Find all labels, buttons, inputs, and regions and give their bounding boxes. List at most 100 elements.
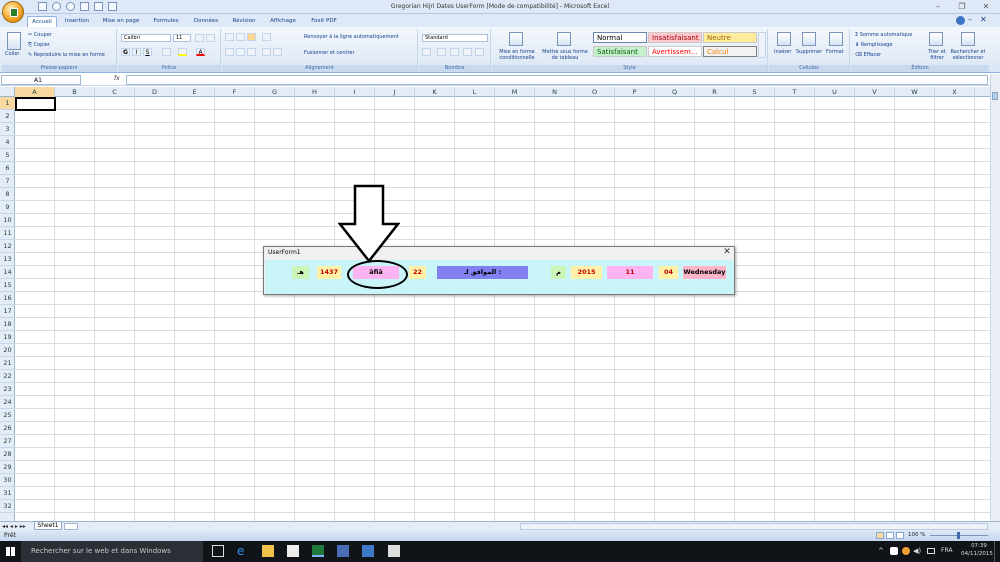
taskbar-search[interactable]: Rechercher sur le web et dans Windows xyxy=(21,541,203,562)
underline-button[interactable]: S xyxy=(143,48,152,56)
column-header[interactable]: T xyxy=(775,87,815,97)
row-header[interactable]: 28 xyxy=(0,448,15,461)
vertical-scrollbar[interactable] xyxy=(990,74,1000,522)
page-break-icon[interactable] xyxy=(896,532,904,539)
row-header[interactable]: 3 xyxy=(0,123,15,136)
tab-mise-en-page[interactable]: Mise en page xyxy=(99,16,143,27)
tray-app-icon[interactable] xyxy=(890,547,898,555)
shrink-font-icon[interactable] xyxy=(206,34,215,42)
quick-print-icon[interactable] xyxy=(94,2,103,11)
tab-formules[interactable]: Formules xyxy=(150,16,182,27)
number-format-select[interactable]: Standard xyxy=(422,34,488,42)
table-format-button[interactable]: Mettre sous forme de tableau xyxy=(540,49,590,61)
column-header[interactable]: H xyxy=(295,87,335,97)
windows-start-icon[interactable] xyxy=(6,547,15,556)
row-header[interactable]: 9 xyxy=(0,201,15,214)
column-header[interactable]: W xyxy=(895,87,935,97)
align-bottom-icon[interactable] xyxy=(247,33,256,41)
row-header[interactable]: 15 xyxy=(0,279,15,292)
increase-decimal-icon[interactable] xyxy=(463,48,472,56)
ribbon-minimize-icon[interactable]: – xyxy=(968,15,972,24)
column-header[interactable]: S xyxy=(735,87,775,97)
row-header[interactable]: 2 xyxy=(0,110,15,123)
currency-icon[interactable] xyxy=(422,48,431,56)
orientation-icon[interactable] xyxy=(262,33,271,41)
merge-center-button[interactable]: Fusionner et centrer xyxy=(304,50,355,56)
help-icon[interactable] xyxy=(956,16,965,25)
row-header[interactable]: 1 xyxy=(0,97,15,110)
row-header[interactable]: 32 xyxy=(0,500,15,513)
find-select-button[interactable]: Rechercher et sélectionner xyxy=(948,49,988,61)
volume-icon[interactable]: ◀) xyxy=(913,547,921,555)
conditional-format-button[interactable]: Mise en forme conditionnelle xyxy=(495,49,539,61)
sheet-tab-sheet1[interactable]: Sheet1 xyxy=(34,521,62,530)
row-header[interactable]: 27 xyxy=(0,435,15,448)
network-app-icon[interactable] xyxy=(362,545,374,557)
column-header[interactable]: N xyxy=(535,87,575,97)
row-header[interactable]: 12 xyxy=(0,240,15,253)
tab-revision[interactable]: Révision xyxy=(229,16,259,27)
tab-affichage[interactable]: Affichage xyxy=(266,16,300,27)
column-header[interactable]: O xyxy=(575,87,615,97)
font-size-select[interactable]: 11 xyxy=(173,34,191,42)
vertical-scroll-thumb[interactable] xyxy=(992,92,998,100)
column-header[interactable]: Q xyxy=(655,87,695,97)
name-box[interactable]: A1 xyxy=(1,75,81,85)
minimize-icon[interactable]: – xyxy=(932,2,944,12)
thousands-icon[interactable] xyxy=(450,48,459,56)
row-header[interactable]: 22 xyxy=(0,370,15,383)
row-header[interactable]: 21 xyxy=(0,357,15,370)
style-calc[interactable]: Calcul xyxy=(703,46,757,57)
language-indicator[interactable]: FRA xyxy=(941,547,952,554)
style-neutral[interactable]: Neutre xyxy=(703,32,757,43)
insert-button[interactable]: Insérer xyxy=(774,49,791,55)
save-icon[interactable] xyxy=(38,2,47,11)
format-button[interactable]: Format xyxy=(826,49,844,55)
row-header[interactable]: 14 xyxy=(0,266,15,279)
tab-donnees[interactable]: Données xyxy=(189,16,223,27)
row-header[interactable]: 31 xyxy=(0,487,15,500)
style-warning[interactable]: Avertissem... xyxy=(648,46,702,57)
tray-power-icon[interactable] xyxy=(902,547,910,555)
row-header[interactable]: 5 xyxy=(0,149,15,162)
ribbon-close-icon[interactable]: ✕ xyxy=(980,15,987,24)
row-header[interactable]: 8 xyxy=(0,188,15,201)
increase-indent-icon[interactable] xyxy=(273,48,282,56)
normal-view-icon[interactable] xyxy=(876,532,884,539)
column-header[interactable]: L xyxy=(455,87,495,97)
insert-function-button[interactable]: fx xyxy=(114,75,120,82)
restore-icon[interactable]: ❐ xyxy=(956,2,968,12)
row-header[interactable]: 4 xyxy=(0,136,15,149)
app-taskbar-icon[interactable] xyxy=(337,545,349,557)
bold-button[interactable]: G xyxy=(121,48,130,56)
align-center-icon[interactable] xyxy=(236,48,245,56)
column-header[interactable]: A xyxy=(15,87,55,97)
fill-color-icon[interactable] xyxy=(178,48,187,56)
row-header[interactable]: 23 xyxy=(0,383,15,396)
cell-grid[interactable] xyxy=(15,97,990,521)
row-header[interactable]: 25 xyxy=(0,409,15,422)
column-header[interactable]: F xyxy=(215,87,255,97)
row-header[interactable]: 13 xyxy=(0,253,15,266)
column-header[interactable]: P xyxy=(615,87,655,97)
fill-button[interactable]: ⬇ Remplissage xyxy=(855,42,892,48)
clear-button[interactable]: ⌫ Effacer xyxy=(855,52,881,58)
row-header[interactable]: 18 xyxy=(0,318,15,331)
row-header[interactable]: 19 xyxy=(0,331,15,344)
column-header[interactable]: V xyxy=(855,87,895,97)
delete-button[interactable]: Supprimer xyxy=(796,49,822,55)
style-good[interactable]: Satisfaisant xyxy=(593,46,647,57)
tab-insertion[interactable]: Insertion xyxy=(61,16,93,27)
borders-icon[interactable] xyxy=(162,48,171,56)
row-header[interactable]: 7 xyxy=(0,175,15,188)
clock-time[interactable]: 07:39 xyxy=(966,543,992,549)
column-header[interactable]: X xyxy=(935,87,975,97)
grow-font-icon[interactable] xyxy=(195,34,204,42)
column-header[interactable]: K xyxy=(415,87,455,97)
column-header[interactable]: G xyxy=(255,87,295,97)
column-header[interactable]: B xyxy=(55,87,95,97)
align-left-icon[interactable] xyxy=(225,48,234,56)
row-header[interactable]: 26 xyxy=(0,422,15,435)
column-header[interactable]: E xyxy=(175,87,215,97)
style-bad[interactable]: Insatisfaisant xyxy=(648,32,702,43)
